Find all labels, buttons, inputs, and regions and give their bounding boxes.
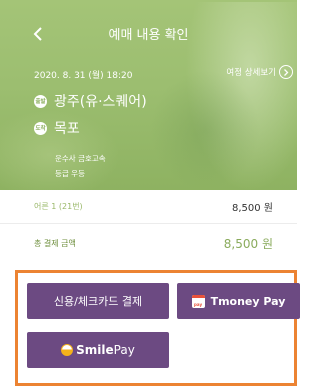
fare-row-passenger: 어른 1 (21번) 8,500 원 xyxy=(0,190,297,224)
fare-row-total: 총 결제 금액 8,500 원 xyxy=(0,225,297,261)
arrival-name: 목포 xyxy=(54,121,80,137)
trip-detail-label: 여정 상세보기 xyxy=(226,68,276,78)
card-payment-label: 신용/체크카드 결제 xyxy=(53,295,143,308)
trip-detail-link[interactable]: 여정 상세보기 xyxy=(226,65,293,79)
smile-pay-button[interactable]: SmilePay xyxy=(27,332,169,368)
smile-logo-icon xyxy=(61,344,74,356)
passenger-label: 어른 1 (21번) xyxy=(34,202,83,211)
payment-method-section: 신용/체크카드 결제 pay Tmoney Pay SmilePay xyxy=(15,270,300,386)
page-title: 예매 내용 확인 xyxy=(108,28,189,43)
tmoney-pay-button[interactable]: pay Tmoney Pay xyxy=(177,283,300,319)
bus-grade: 등급 우등 xyxy=(55,169,85,178)
smile-pay-label: SmilePay xyxy=(76,343,135,357)
passenger-amount: 8,500 원 xyxy=(231,203,273,214)
arrival-badge: 도착 xyxy=(34,121,47,135)
bus-company: 운수사 금호고속 xyxy=(55,154,106,163)
departure-name: 광주(유·스퀘어) xyxy=(54,94,147,110)
departure-badge: 출발 xyxy=(34,94,47,108)
chevron-right-icon xyxy=(279,65,293,79)
arrival-stop: 도착 목포 xyxy=(34,118,80,138)
tmoney-logo-icon: pay xyxy=(191,294,205,308)
trip-header-banner: 예매 내용 확인 2020. 8. 31 (월) 18:20 여정 상세보기 출… xyxy=(0,0,297,190)
tmoney-pay-label: Tmoney Pay xyxy=(210,294,286,308)
card-payment-button[interactable]: 신용/체크카드 결제 xyxy=(27,283,169,319)
departure-datetime: 2020. 8. 31 (월) 18:20 xyxy=(34,71,133,81)
total-label: 총 결제 금액 xyxy=(34,238,76,248)
departure-stop: 출발 광주(유·스퀘어) xyxy=(34,91,147,111)
total-amount: 8,500 원 xyxy=(223,236,273,251)
